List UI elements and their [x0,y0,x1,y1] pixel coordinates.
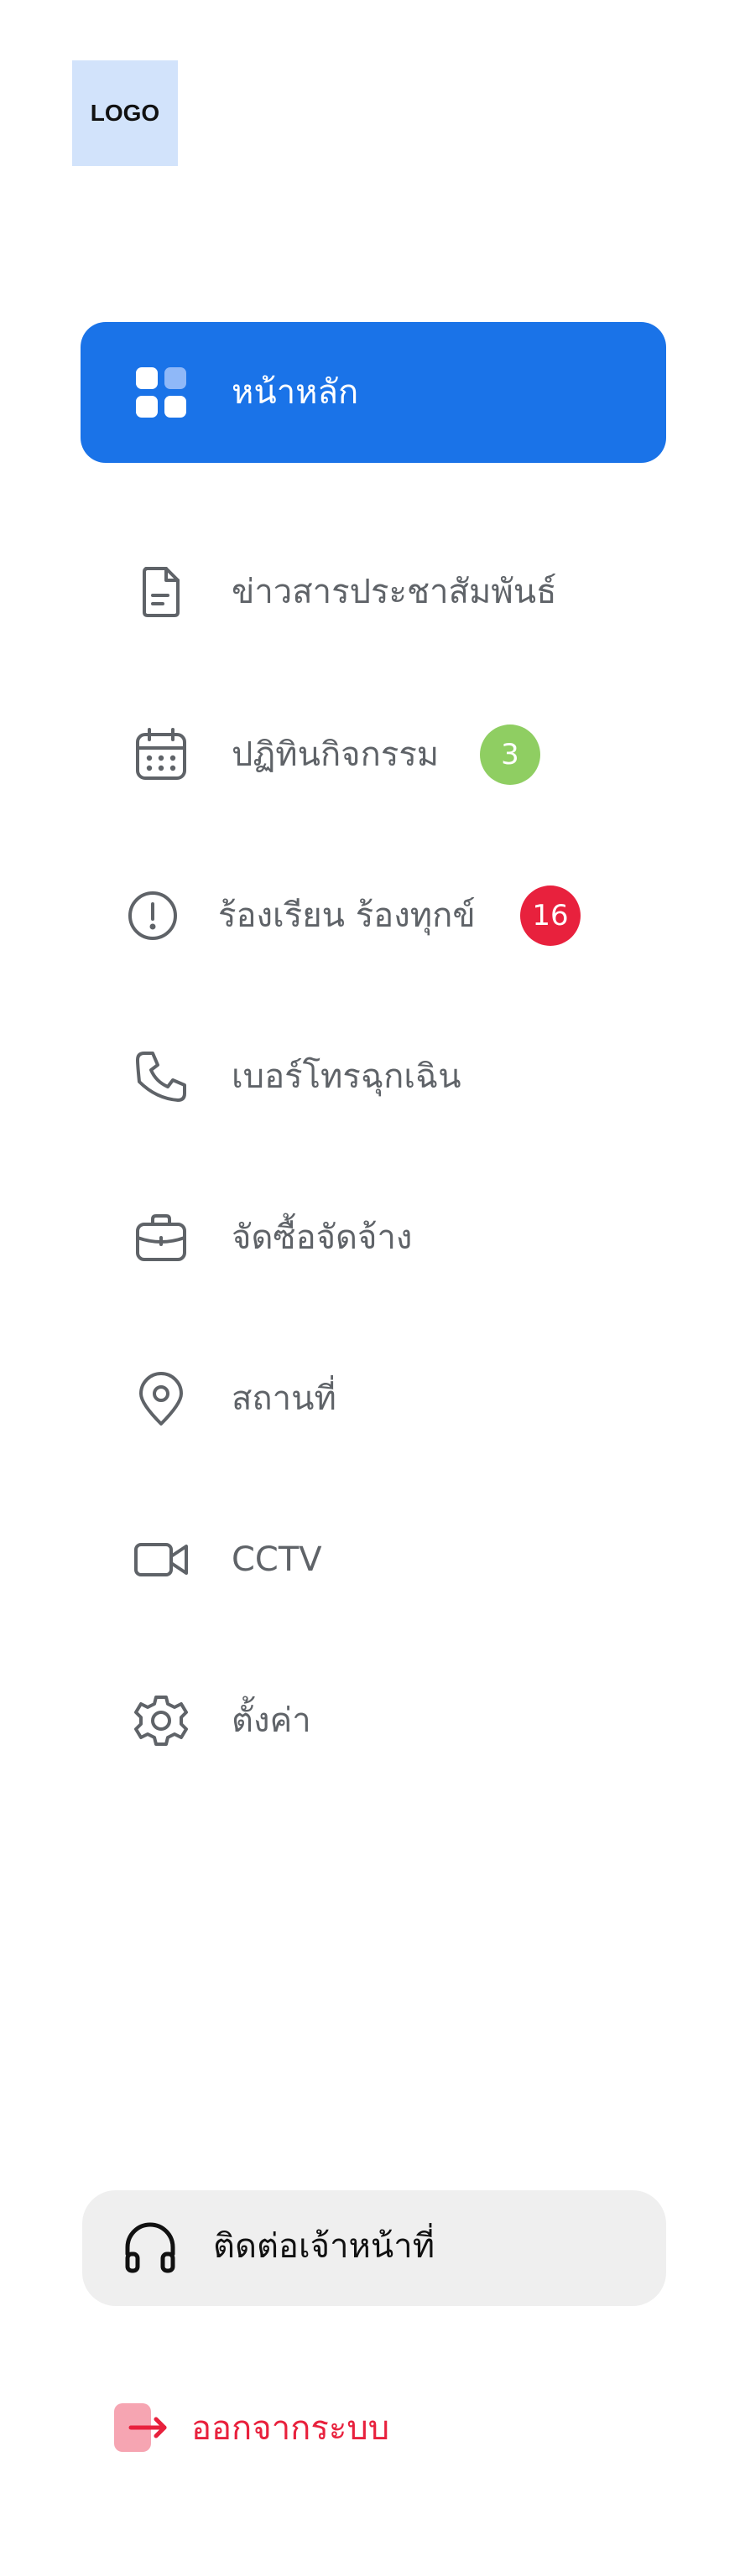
sidebar-item-places[interactable]: สถานที่ [81,1328,666,1469]
headphones-icon [122,2220,178,2276]
briefcase-icon [133,1209,190,1266]
calendar-icon [133,726,190,783]
logout-button[interactable]: ออกจากระบบ [114,2400,416,2457]
location-pin-icon [133,1370,190,1427]
logout-arrow-icon [114,2400,169,2455]
sidebar-item-news[interactable]: ข่าวสารประชาสัมพันธ์ [81,522,666,662]
video-camera-icon [133,1531,190,1588]
contact-support-button[interactable]: ติดต่อเจ้าหน้าที่ [82,2190,666,2306]
sidebar-item-label: ตั้งค่า [232,1701,311,1740]
dashboard-icon [133,364,190,421]
document-icon [133,564,190,621]
sidebar-item-label: เบอร์โทรฉุกเฉิน [232,1057,461,1096]
count-badge: 3 [480,724,540,785]
alert-circle-icon [124,887,181,944]
phone-icon [133,1048,190,1105]
contact-support-label: ติดต่อเจ้าหน้าที่ [213,2227,435,2266]
sidebar-item-label: ร้องเรียน ร้องทุกข์ [218,896,476,935]
gear-icon [133,1692,190,1749]
sidebar-item-home[interactable]: หน้าหลัก [81,322,666,463]
sidebar-item-label: จัดซื้อจัดจ้าง [232,1218,413,1257]
logo-text: LOGO [90,100,160,126]
sidebar-item-settings[interactable]: ตั้งค่า [81,1650,666,1791]
sidebar-item-label: ข่าวสารประชาสัมพันธ์ [232,573,557,611]
sidebar-item-label: หน้าหลัก [232,373,359,412]
sidebar-item-complaints[interactable]: ร้องเรียน ร้องทุกข์ 16 [81,845,666,986]
sidebar-item-procurement[interactable]: จัดซื้อจัดจ้าง [81,1167,666,1308]
sidebar-item-label: ปฏิทินกิจกรรม [232,735,440,774]
logo: LOGO [72,60,178,166]
sidebar-item-cctv[interactable]: CCTV [81,1489,666,1630]
sidebar-item-calendar[interactable]: ปฏิทินกิจกรรม 3 [81,684,666,825]
sidebar-item-emergency-phone[interactable]: เบอร์โทรฉุกเฉิน [81,1006,666,1147]
sidebar-item-label: CCTV [232,1540,322,1579]
logout-label: ออกจากระบบ [191,2409,390,2448]
count-badge: 16 [520,886,581,946]
sidebar-item-label: สถานที่ [232,1379,336,1418]
